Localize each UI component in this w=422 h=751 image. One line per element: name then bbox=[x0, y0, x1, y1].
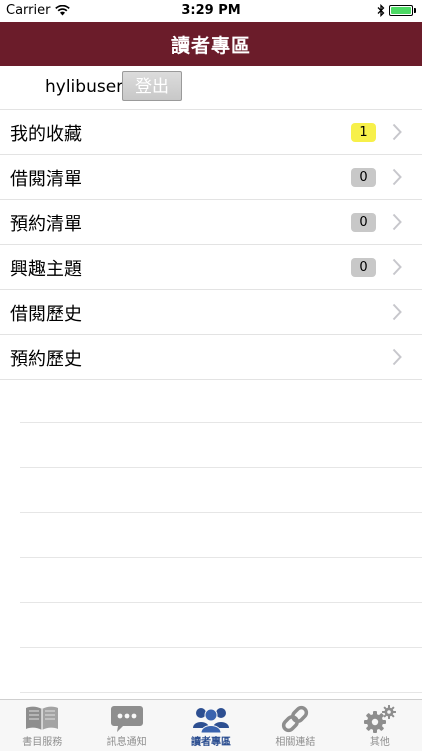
chevron-right-icon bbox=[392, 348, 402, 366]
list-item-interest-topics[interactable]: 興趣主題 0 bbox=[0, 245, 422, 290]
list-item-favorites[interactable]: 我的收藏 1 bbox=[0, 110, 422, 155]
list-item-label: 興趣主題 bbox=[10, 259, 82, 280]
list-item-reservation-list[interactable]: 預約清單 0 bbox=[0, 200, 422, 245]
list-item-label: 預約清單 bbox=[10, 214, 82, 235]
list-item-borrowing-history[interactable]: 借閱歷史 bbox=[0, 290, 422, 335]
logout-button[interactable]: 登出 bbox=[122, 71, 182, 101]
chevron-right-icon bbox=[392, 303, 402, 321]
tab-label: 讀者專區 bbox=[191, 737, 232, 748]
list-item-label: 借閱清單 bbox=[10, 169, 82, 190]
tab-catalog-services[interactable]: 書目服務 bbox=[0, 700, 84, 751]
chevron-right-icon bbox=[392, 213, 402, 231]
chevron-right-icon bbox=[392, 168, 402, 186]
user-row: hylibuser 登出 bbox=[0, 66, 422, 110]
gear-icon bbox=[363, 705, 396, 733]
list-item-borrowing-list[interactable]: 借閱清單 0 bbox=[0, 155, 422, 200]
count-badge: 0 bbox=[351, 258, 376, 277]
tab-label: 其他 bbox=[369, 737, 390, 748]
page-title: 讀者專區 bbox=[170, 34, 251, 57]
tab-other[interactable]: 其他 bbox=[338, 700, 422, 751]
list-item-label: 預約歷史 bbox=[10, 349, 82, 370]
book-icon bbox=[26, 706, 59, 730]
tab-label: 書目服務 bbox=[22, 737, 63, 748]
username-label: hylibuser bbox=[45, 77, 124, 97]
tab-reader-area[interactable]: 讀者專區 bbox=[169, 700, 253, 751]
tab-label: 相關連結 bbox=[275, 737, 316, 748]
chevron-right-icon bbox=[392, 258, 402, 276]
reader-menu-list: 我的收藏 1 借閱清單 0 預約清單 0 興趣主題 0 借閱歷史 預約歷史 bbox=[0, 110, 422, 380]
status-time: 3:29 PM bbox=[181, 3, 241, 18]
navigation-bar: 讀者專區 bbox=[0, 22, 422, 66]
count-badge: 0 bbox=[351, 168, 376, 187]
tab-notifications[interactable]: 訊息通知 bbox=[84, 700, 168, 751]
empty-table-rows bbox=[0, 378, 422, 693]
status-bar: Carrier 3:29 PM bbox=[0, 0, 422, 22]
people-icon bbox=[193, 708, 230, 734]
bluetooth-icon bbox=[377, 4, 385, 17]
link-icon bbox=[282, 705, 309, 733]
battery-icon bbox=[389, 5, 413, 16]
tab-label: 訊息通知 bbox=[106, 737, 147, 748]
tab-bar: 書目服務 訊息通知 讀者專區 相關連結 其他 bbox=[0, 699, 422, 751]
chat-bubble-icon bbox=[110, 706, 143, 732]
chevron-right-icon bbox=[392, 123, 402, 141]
tab-related-links[interactable]: 相關連結 bbox=[253, 700, 337, 751]
list-item-reservation-history[interactable]: 預約歷史 bbox=[0, 335, 422, 380]
list-item-label: 借閱歷史 bbox=[10, 304, 82, 325]
count-badge: 0 bbox=[351, 213, 376, 232]
count-badge: 1 bbox=[351, 123, 376, 142]
list-item-label: 我的收藏 bbox=[10, 124, 82, 145]
